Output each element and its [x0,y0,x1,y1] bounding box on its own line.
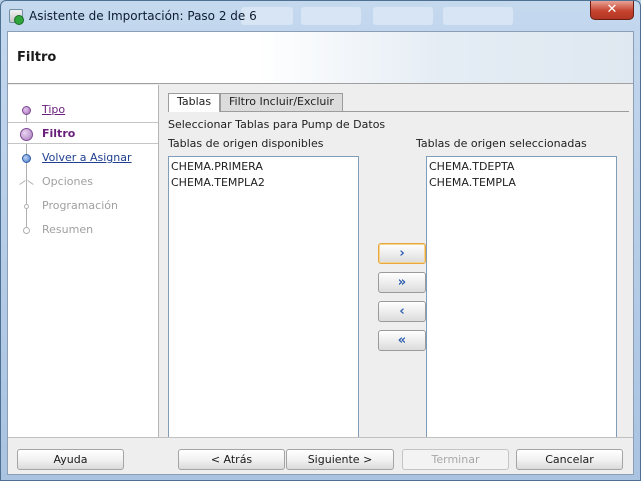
move-all-right-button[interactable]: » [378,272,426,293]
tab-filtro-incluir-excluir[interactable]: Filtro Incluir/Excluir [220,93,343,111]
title-bar-background [301,7,361,25]
move-one-right-button[interactable]: › [378,243,426,264]
list-item[interactable]: CHEMA.PRIMERA [171,159,356,175]
step-item-filtro[interactable]: Filtro [8,122,158,144]
selected-tables-label: Tablas de origen seleccionadas [416,137,587,150]
help-button[interactable]: Ayuda [17,449,124,470]
available-tables-label: Tablas de origen disponibles [168,137,324,150]
step-content: Tablas Filtro Incluir/Excluir Selecciona… [160,85,633,438]
step-item-programacion: Programación [8,195,158,217]
list-item[interactable]: CHEMA.TEMPLA [429,175,614,191]
wizard-client-area: Filtro Tipo Filtro Volver a Asignar Opci… [7,31,634,475]
title-bar-background [443,7,513,25]
step-end-icon [23,227,30,234]
back-button[interactable]: < Atrás [178,449,285,470]
step-branch-icon [22,178,31,187]
page-title: Filtro [17,50,57,65]
selected-tables-list[interactable]: CHEMA.TDEPTA CHEMA.TEMPLA [426,156,617,438]
next-button[interactable]: Siguiente > [286,449,394,470]
step-item-resumen: Resumen [8,219,158,241]
list-item[interactable]: CHEMA.TDEPTA [429,159,614,175]
step-label[interactable]: Tipo [42,99,65,121]
cancel-button[interactable]: Cancelar [516,449,623,470]
step-header: Filtro [8,32,633,84]
available-tables-list[interactable]: CHEMA.PRIMERA CHEMA.TEMPLA2 [168,156,359,438]
finish-button[interactable]: Terminar [402,449,509,470]
move-all-left-button[interactable]: « [378,330,426,351]
move-one-left-button[interactable]: ‹ [378,301,426,322]
step-current-icon [20,128,33,141]
step-item-tipo[interactable]: Tipo [8,99,158,121]
step-complete-icon [22,106,31,115]
title-bar[interactable]: Asistente de Importación: Paso 2 de 6 ✕ [1,1,640,31]
step-item-volver-a-asignar[interactable]: Volver a Asignar [8,147,158,169]
step-pending-icon [22,154,31,163]
tab-tablas[interactable]: Tablas [168,93,221,112]
title-bar-background [373,7,433,25]
wizard-window: Asistente de Importación: Paso 2 de 6 ✕ … [0,0,641,481]
step-label: Resumen [42,223,94,236]
button-bar: Ayuda < Atrás Siguiente > Terminar Cance… [8,437,633,474]
close-button[interactable]: ✕ [590,1,634,20]
step-disabled-icon [24,204,29,209]
window-title: Asistente de Importación: Paso 2 de 6 [29,9,257,23]
step-item-opciones: Opciones [8,171,158,193]
step-label[interactable]: Volver a Asignar [42,147,132,169]
tables-panel: Seleccionar Tablas para Pump de Datos Ta… [168,111,629,438]
step-label: Opciones [42,175,93,188]
step-navigator: Tipo Filtro Volver a Asignar Opciones Pr… [8,85,159,437]
instruction-text: Seleccionar Tablas para Pump de Datos [168,118,386,131]
step-label: Programación [42,199,118,212]
import-wizard-icon [9,9,24,25]
list-item[interactable]: CHEMA.TEMPLA2 [171,175,356,191]
step-label: Filtro [42,127,76,140]
